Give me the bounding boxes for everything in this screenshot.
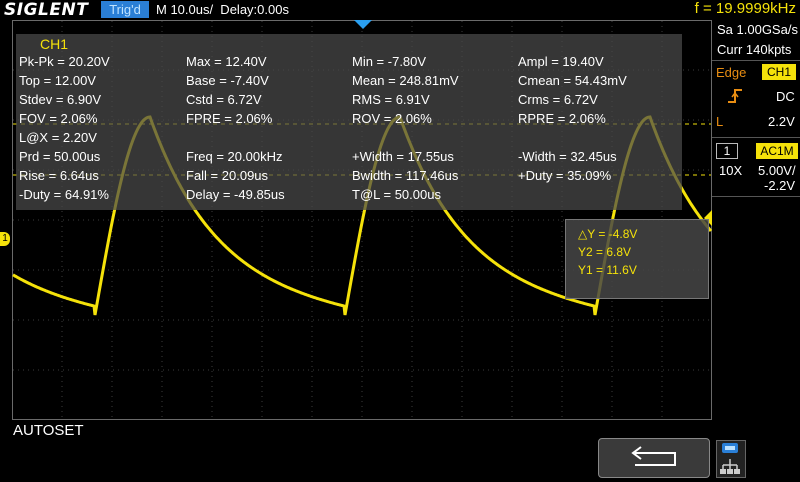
divider <box>712 196 800 197</box>
measurement-value: Mean = 248.81mV <box>352 73 459 88</box>
sample-rate: Sa 1.00GSa/s <box>717 22 798 37</box>
measurement-row: Stdev = 6.90V Cstd = 6.72V RMS = 6.91V Crms… <box>16 92 682 110</box>
measurement-channel-title: CH1 <box>40 36 69 52</box>
measurement-row: Top = 12.00V Base = -7.40V Mean = 248.81mV… <box>16 73 682 91</box>
measurement-value: +Duty = 35.09% <box>518 168 612 183</box>
measurement-value: RPRE = 2.06% <box>518 111 606 126</box>
measurement-value: Pk-Pk = 20.20V <box>19 54 110 69</box>
trigger-level-prefix: L <box>716 114 724 129</box>
memory-depth: Curr 140kpts <box>717 42 792 57</box>
measurement-value: Max = 12.40V <box>186 54 267 69</box>
cursor-y1-value: Y1 = 11.6V <box>578 263 637 277</box>
measurement-value: Rise = 6.64us <box>19 168 99 183</box>
measurement-value: Top = 12.00V <box>19 73 96 88</box>
trigger-type[interactable]: Edge <box>716 65 746 80</box>
trigger-coupling[interactable]: DC <box>776 89 795 104</box>
measurement-value: Min = -7.80V <box>352 54 427 69</box>
vertical-scale[interactable]: 5.00V/ <box>758 163 796 178</box>
measurement-row: L@X = 2.20V <box>16 130 682 148</box>
measurement-value: FOV = 2.06% <box>19 111 98 126</box>
back-arrow-icon <box>631 446 676 466</box>
measurement-value: Delay = -49.85us <box>186 187 285 202</box>
measurement-value: +Width = 17.55us <box>352 149 454 164</box>
measurement-value: Bwidth = 117.46us <box>352 168 459 183</box>
measurement-row: Prd = 50.00us Freq = 20.00kHz +Width = 17.… <box>16 149 682 167</box>
trigger-level-value[interactable]: 2.2V <box>768 114 795 129</box>
cursor-readout-box: △Y = -4.8V Y2 = 6.8V Y1 = 11.6V <box>565 219 709 299</box>
divider <box>712 137 800 138</box>
measurement-value: Cmean = 54.43mV <box>518 73 627 88</box>
cursor-y2-value: Y2 = 6.8V <box>578 245 632 259</box>
measurement-row: FOV = 2.06% FPRE = 2.06% ROV = 2.06% RPRE =… <box>16 111 682 129</box>
autoset-status: AUTOSET <box>13 422 84 439</box>
measurement-value: Crms = 6.72V <box>518 92 598 107</box>
measurement-value: T@L = 50.00us <box>352 187 441 202</box>
network-icon <box>720 443 740 474</box>
measurement-value: FPRE = 2.06% <box>186 111 273 126</box>
measurement-value: Cstd = 6.72V <box>186 92 262 107</box>
measurement-row: -Duty = 64.91% Delay = -49.85us T@L = 50.0… <box>16 187 682 205</box>
vertical-offset[interactable]: -2.2V <box>764 178 795 193</box>
channel-marker-label: 1 <box>2 233 8 244</box>
measurement-value: Ampl = 19.40V <box>518 54 604 69</box>
trigger-source-badge[interactable]: CH1 <box>762 64 796 80</box>
measurement-row: Pk-Pk = 20.20V Max = 12.40V Min = -7.80V Am… <box>16 54 682 72</box>
back-button[interactable] <box>598 438 710 478</box>
measurement-value: Base = -7.40V <box>186 73 269 88</box>
measurement-value: ROV = 2.06% <box>352 111 432 126</box>
measurement-value: Fall = 20.09us <box>186 168 269 183</box>
measurement-value: Prd = 50.00us <box>19 149 101 164</box>
trigger-position-marker-icon <box>354 20 372 29</box>
measurement-value: RMS = 6.91V <box>352 92 430 107</box>
measurement-value: Stdev = 6.90V <box>19 92 102 107</box>
channel-number[interactable]: 1 <box>716 143 738 159</box>
channel-1-offset-marker[interactable]: 1 <box>0 232 10 246</box>
measurement-value: L@X = 2.20V <box>19 130 97 145</box>
trigger-rising-edge-icon <box>728 89 742 103</box>
measurement-panel: CH1 Pk-Pk = 20.20V Max = 12.40V Min = -7.8… <box>16 34 682 210</box>
divider <box>712 60 800 61</box>
measurement-row: Rise = 6.64us Fall = 20.09us Bwidth = 117.… <box>16 168 682 186</box>
measurement-value: -Width = 32.45us <box>518 149 617 164</box>
measurement-value: -Duty = 64.91% <box>19 187 109 202</box>
probe-attenuation[interactable]: 10X <box>719 163 742 178</box>
network-status[interactable] <box>716 440 746 478</box>
measurement-value: Freq = 20.00kHz <box>186 149 283 164</box>
cursor-delta-y: △Y = -4.8V <box>578 227 638 241</box>
channel-coupling-badge[interactable]: AC1M <box>756 143 798 159</box>
